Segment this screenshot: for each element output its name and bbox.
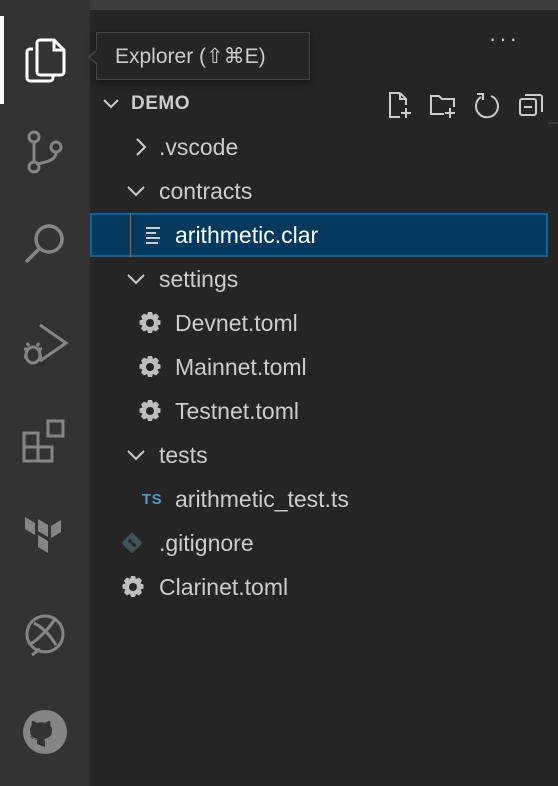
scroll-shadow	[548, 122, 558, 124]
tree-item-label: Testnet.toml	[175, 398, 299, 424]
extensions-icon	[22, 419, 65, 463]
gear-file-icon	[139, 400, 161, 421]
tree-file-gitignore[interactable]: .gitignore	[90, 521, 548, 565]
collapse-all-icon	[519, 94, 543, 116]
chevron-down-icon	[127, 274, 145, 285]
refresh-button[interactable]	[470, 88, 504, 122]
tree-item-label: Devnet.toml	[175, 310, 298, 336]
tree-folder-vscode[interactable]: .vscode	[90, 125, 548, 169]
tree-item-label: Mainnet.toml	[175, 354, 307, 380]
remote-explorer-icon	[25, 614, 65, 657]
activity-source-control[interactable]	[0, 108, 90, 196]
tree-file-testnet-toml[interactable]: Testnet.toml	[90, 389, 548, 433]
new-folder-button[interactable]	[426, 88, 460, 122]
tree-item-label: .vscode	[159, 134, 239, 160]
gear-file-icon	[139, 356, 161, 377]
activity-search[interactable]	[0, 200, 90, 288]
section-title: DEMO	[131, 93, 190, 114]
typescript-icon: TS	[141, 490, 163, 508]
lines-file-icon	[146, 227, 160, 244]
gear-file-icon	[122, 576, 144, 597]
git-icon	[122, 533, 142, 553]
tree-item-label: arithmetic.clar	[175, 222, 319, 248]
collapse-all-button[interactable]	[514, 88, 548, 122]
source-control-icon	[27, 130, 63, 174]
search-icon	[24, 224, 64, 264]
more-actions-button[interactable]: ···	[489, 28, 520, 50]
tree-folder-tests[interactable]: tests	[90, 433, 548, 477]
tree-item-label: contracts	[159, 178, 253, 204]
gear-file-icon	[139, 312, 161, 333]
activity-remote-explorer[interactable]	[0, 590, 90, 678]
github-icon	[23, 710, 67, 754]
tree-item-label: tests	[159, 442, 208, 468]
tree-folder-contracts[interactable]: contracts	[90, 169, 548, 213]
refresh-icon	[474, 93, 499, 119]
tree-folder-settings[interactable]: settings	[90, 257, 548, 301]
tree-file-mainnet-toml[interactable]: Mainnet.toml	[90, 345, 548, 389]
new-folder-icon	[430, 95, 455, 118]
tree-item-label: settings	[159, 266, 239, 292]
new-file-icon	[389, 92, 411, 118]
chevron-down-icon	[127, 186, 145, 197]
tree-item-label: arithmetic_test.ts	[175, 486, 349, 512]
tooltip-arrow	[88, 49, 98, 65]
tree-file-devnet-toml[interactable]: Devnet.toml	[90, 301, 548, 345]
tree-item-label: Clarinet.toml	[159, 574, 289, 600]
activity-explorer[interactable]	[0, 16, 90, 104]
activity-github[interactable]	[0, 688, 90, 776]
file-tree: .vscode contracts arithmetic.clar settin…	[90, 125, 558, 609]
chevron-right-icon	[136, 138, 147, 156]
tooltip-text: Explorer (⇧⌘E)	[115, 44, 266, 68]
activity-bar	[0, 0, 90, 786]
explorer-tooltip: Explorer (⇧⌘E)	[88, 32, 310, 80]
terraform-icon	[25, 517, 61, 553]
activity-run-debug[interactable]	[0, 300, 90, 388]
activity-extensions[interactable]	[0, 398, 90, 486]
tree-file-clarinet-toml[interactable]: Clarinet.toml	[90, 565, 548, 609]
tree-file-arithmetic-test-ts[interactable]: TS arithmetic_test.ts	[90, 477, 548, 521]
tree-item-label: .gitignore	[159, 530, 254, 556]
explorer-sidebar: ··· DEMO .vscode contracts arithmetic.cl…	[90, 10, 558, 786]
debug-icon	[24, 323, 69, 365]
section-actions	[382, 88, 548, 122]
indent-guide	[130, 213, 131, 257]
chevron-down-icon	[127, 450, 145, 461]
workspace-section-header[interactable]: DEMO	[90, 86, 558, 120]
chevron-down-icon	[103, 99, 119, 109]
new-file-button[interactable]	[382, 88, 416, 122]
tree-file-arithmetic-clar[interactable]: arithmetic.clar	[90, 213, 548, 257]
files-icon	[25, 38, 66, 83]
activity-terraform[interactable]	[0, 494, 90, 582]
